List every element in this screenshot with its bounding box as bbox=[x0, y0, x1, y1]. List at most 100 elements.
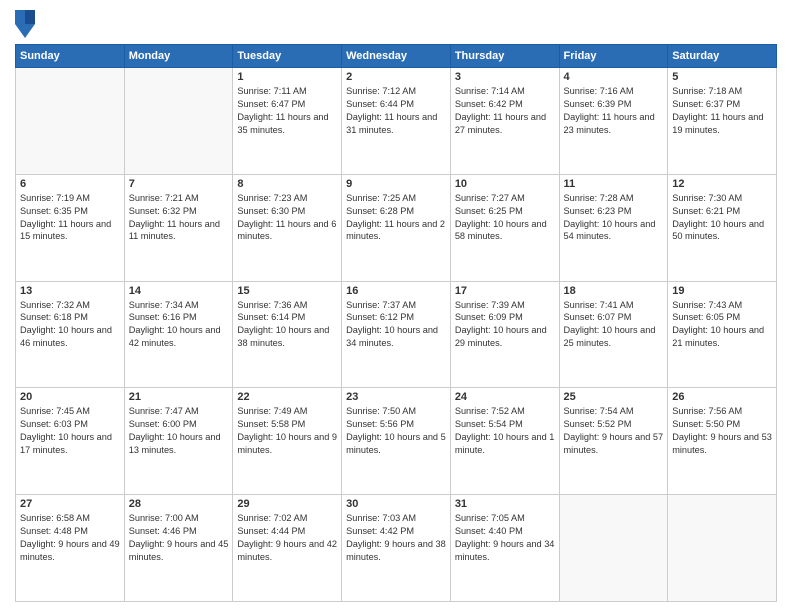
calendar-day-cell: 22 Sunrise: 7:49 AM Sunset: 5:58 PM Dayli… bbox=[233, 388, 342, 495]
calendar-day-cell: 26 Sunrise: 7:56 AM Sunset: 5:50 PM Dayli… bbox=[668, 388, 777, 495]
day-number: 11 bbox=[564, 178, 664, 190]
day-number: 2 bbox=[346, 71, 446, 83]
day-info: Sunrise: 7:12 AM Sunset: 6:44 PM Dayligh… bbox=[346, 85, 446, 137]
day-info: Sunrise: 7:36 AM Sunset: 6:14 PM Dayligh… bbox=[237, 299, 337, 351]
calendar-day-cell: 5 Sunrise: 7:18 AM Sunset: 6:37 PM Daylig… bbox=[668, 68, 777, 175]
day-number: 31 bbox=[455, 498, 555, 510]
day-number: 8 bbox=[237, 178, 337, 190]
day-info: Sunrise: 7:49 AM Sunset: 5:58 PM Dayligh… bbox=[237, 405, 337, 457]
calendar-week-row: 27Sunrise: 6:58 AM Sunset: 4:48 PM Dayli… bbox=[16, 495, 777, 602]
day-number: 24 bbox=[455, 391, 555, 403]
calendar-day-cell: 30 Sunrise: 7:03 AM Sunset: 4:42 PM Dayli… bbox=[342, 495, 451, 602]
day-info: Sunrise: 7:56 AM Sunset: 5:50 PM Dayligh… bbox=[672, 405, 772, 457]
calendar-day-cell: 27Sunrise: 6:58 AM Sunset: 4:48 PM Dayli… bbox=[16, 495, 125, 602]
day-info: Sunrise: 7:05 AM Sunset: 4:40 PM Dayligh… bbox=[455, 512, 555, 564]
calendar-day-cell: 16Sunrise: 7:37 AM Sunset: 6:12 PM Dayli… bbox=[342, 281, 451, 388]
calendar-day-cell: 29 Sunrise: 7:02 AM Sunset: 4:44 PM Dayli… bbox=[233, 495, 342, 602]
day-info: Sunrise: 7:30 AM Sunset: 6:21 PM Dayligh… bbox=[672, 192, 772, 244]
day-info: Sunrise: 7:23 AM Sunset: 6:30 PM Dayligh… bbox=[237, 192, 337, 244]
day-number: 15 bbox=[237, 285, 337, 297]
day-of-week-header: Wednesday bbox=[342, 45, 451, 68]
day-info: Sunrise: 7:52 AM Sunset: 5:54 PM Dayligh… bbox=[455, 405, 555, 457]
day-number: 1 bbox=[237, 71, 337, 83]
header bbox=[15, 10, 777, 38]
day-number: 3 bbox=[455, 71, 555, 83]
calendar-day-cell: 1Sunrise: 7:11 AM Sunset: 6:47 PM Daylig… bbox=[233, 68, 342, 175]
day-number: 9 bbox=[346, 178, 446, 190]
day-number: 6 bbox=[20, 178, 120, 190]
day-number: 18 bbox=[564, 285, 664, 297]
day-of-week-header: Thursday bbox=[450, 45, 559, 68]
day-info: Sunrise: 7:39 AM Sunset: 6:09 PM Dayligh… bbox=[455, 299, 555, 351]
day-info: Sunrise: 7:19 AM Sunset: 6:35 PM Dayligh… bbox=[20, 192, 120, 244]
calendar-week-row: 1Sunrise: 7:11 AM Sunset: 6:47 PM Daylig… bbox=[16, 68, 777, 175]
day-info: Sunrise: 7:03 AM Sunset: 4:42 PM Dayligh… bbox=[346, 512, 446, 564]
calendar-day-cell: 9 Sunrise: 7:25 AM Sunset: 6:28 PM Daylig… bbox=[342, 174, 451, 281]
calendar-day-cell: 31 Sunrise: 7:05 AM Sunset: 4:40 PM Dayli… bbox=[450, 495, 559, 602]
day-number: 29 bbox=[237, 498, 337, 510]
day-of-week-header: Monday bbox=[124, 45, 233, 68]
day-number: 30 bbox=[346, 498, 446, 510]
day-info: Sunrise: 7:50 AM Sunset: 5:56 PM Dayligh… bbox=[346, 405, 446, 457]
day-number: 19 bbox=[672, 285, 772, 297]
calendar-day-cell: 21 Sunrise: 7:47 AM Sunset: 6:00 PM Dayli… bbox=[124, 388, 233, 495]
calendar-week-row: 13 Sunrise: 7:32 AM Sunset: 6:18 PM Dayli… bbox=[16, 281, 777, 388]
day-info: Sunrise: 7:45 AM Sunset: 6:03 PM Dayligh… bbox=[20, 405, 120, 457]
calendar-day-cell bbox=[559, 495, 668, 602]
calendar-week-row: 20Sunrise: 7:45 AM Sunset: 6:03 PM Dayli… bbox=[16, 388, 777, 495]
day-number: 5 bbox=[672, 71, 772, 83]
calendar-day-cell: 8 Sunrise: 7:23 AM Sunset: 6:30 PM Daylig… bbox=[233, 174, 342, 281]
day-info: Sunrise: 7:02 AM Sunset: 4:44 PM Dayligh… bbox=[237, 512, 337, 564]
day-number: 17 bbox=[455, 285, 555, 297]
logo bbox=[15, 10, 39, 38]
day-of-week-header: Sunday bbox=[16, 45, 125, 68]
day-number: 12 bbox=[672, 178, 772, 190]
calendar-day-cell: 2 Sunrise: 7:12 AM Sunset: 6:44 PM Daylig… bbox=[342, 68, 451, 175]
calendar-day-cell: 15 Sunrise: 7:36 AM Sunset: 6:14 PM Dayli… bbox=[233, 281, 342, 388]
day-number: 21 bbox=[129, 391, 229, 403]
day-info: Sunrise: 7:21 AM Sunset: 6:32 PM Dayligh… bbox=[129, 192, 229, 244]
calendar-day-cell: 20Sunrise: 7:45 AM Sunset: 6:03 PM Dayli… bbox=[16, 388, 125, 495]
calendar-day-cell: 17 Sunrise: 7:39 AM Sunset: 6:09 PM Dayli… bbox=[450, 281, 559, 388]
day-info: Sunrise: 7:34 AM Sunset: 6:16 PM Dayligh… bbox=[129, 299, 229, 351]
day-info: Sunrise: 7:00 AM Sunset: 4:46 PM Dayligh… bbox=[129, 512, 229, 564]
calendar-day-cell: 6 Sunrise: 7:19 AM Sunset: 6:35 PM Daylig… bbox=[16, 174, 125, 281]
calendar-day-cell: 25Sunrise: 7:54 AM Sunset: 5:52 PM Dayli… bbox=[559, 388, 668, 495]
calendar-day-cell: 11 Sunrise: 7:28 AM Sunset: 6:23 PM Dayli… bbox=[559, 174, 668, 281]
day-info: Sunrise: 7:41 AM Sunset: 6:07 PM Dayligh… bbox=[564, 299, 664, 351]
page: SundayMondayTuesdayWednesdayThursdayFrid… bbox=[0, 0, 792, 612]
day-number: 28 bbox=[129, 498, 229, 510]
day-info: Sunrise: 7:54 AM Sunset: 5:52 PM Dayligh… bbox=[564, 405, 664, 457]
calendar-day-cell: 12 Sunrise: 7:30 AM Sunset: 6:21 PM Dayli… bbox=[668, 174, 777, 281]
day-of-week-header: Saturday bbox=[668, 45, 777, 68]
day-number: 16 bbox=[346, 285, 446, 297]
day-info: Sunrise: 6:58 AM Sunset: 4:48 PM Dayligh… bbox=[20, 512, 120, 564]
calendar-day-cell: 18 Sunrise: 7:41 AM Sunset: 6:07 PM Dayli… bbox=[559, 281, 668, 388]
day-number: 26 bbox=[672, 391, 772, 403]
calendar-day-cell bbox=[668, 495, 777, 602]
calendar-day-cell: 24 Sunrise: 7:52 AM Sunset: 5:54 PM Dayli… bbox=[450, 388, 559, 495]
calendar-day-cell: 7 Sunrise: 7:21 AM Sunset: 6:32 PM Daylig… bbox=[124, 174, 233, 281]
day-info: Sunrise: 7:18 AM Sunset: 6:37 PM Dayligh… bbox=[672, 85, 772, 137]
day-info: Sunrise: 7:28 AM Sunset: 6:23 PM Dayligh… bbox=[564, 192, 664, 244]
day-info: Sunrise: 7:27 AM Sunset: 6:25 PM Dayligh… bbox=[455, 192, 555, 244]
calendar-day-cell: 13 Sunrise: 7:32 AM Sunset: 6:18 PM Dayli… bbox=[16, 281, 125, 388]
day-info: Sunrise: 7:32 AM Sunset: 6:18 PM Dayligh… bbox=[20, 299, 120, 351]
day-number: 22 bbox=[237, 391, 337, 403]
logo-icon bbox=[15, 10, 35, 38]
calendar-day-cell: 23 Sunrise: 7:50 AM Sunset: 5:56 PM Dayli… bbox=[342, 388, 451, 495]
calendar-header-row: SundayMondayTuesdayWednesdayThursdayFrid… bbox=[16, 45, 777, 68]
day-number: 23 bbox=[346, 391, 446, 403]
day-info: Sunrise: 7:43 AM Sunset: 6:05 PM Dayligh… bbox=[672, 299, 772, 351]
day-of-week-header: Friday bbox=[559, 45, 668, 68]
day-number: 4 bbox=[564, 71, 664, 83]
day-info: Sunrise: 7:14 AM Sunset: 6:42 PM Dayligh… bbox=[455, 85, 555, 137]
day-info: Sunrise: 7:25 AM Sunset: 6:28 PM Dayligh… bbox=[346, 192, 446, 244]
calendar-day-cell: 19 Sunrise: 7:43 AM Sunset: 6:05 PM Dayli… bbox=[668, 281, 777, 388]
calendar-day-cell bbox=[16, 68, 125, 175]
calendar-table: SundayMondayTuesdayWednesdayThursdayFrid… bbox=[15, 44, 777, 602]
day-number: 13 bbox=[20, 285, 120, 297]
day-info: Sunrise: 7:47 AM Sunset: 6:00 PM Dayligh… bbox=[129, 405, 229, 457]
day-number: 7 bbox=[129, 178, 229, 190]
calendar-day-cell: 4Sunrise: 7:16 AM Sunset: 6:39 PM Daylig… bbox=[559, 68, 668, 175]
